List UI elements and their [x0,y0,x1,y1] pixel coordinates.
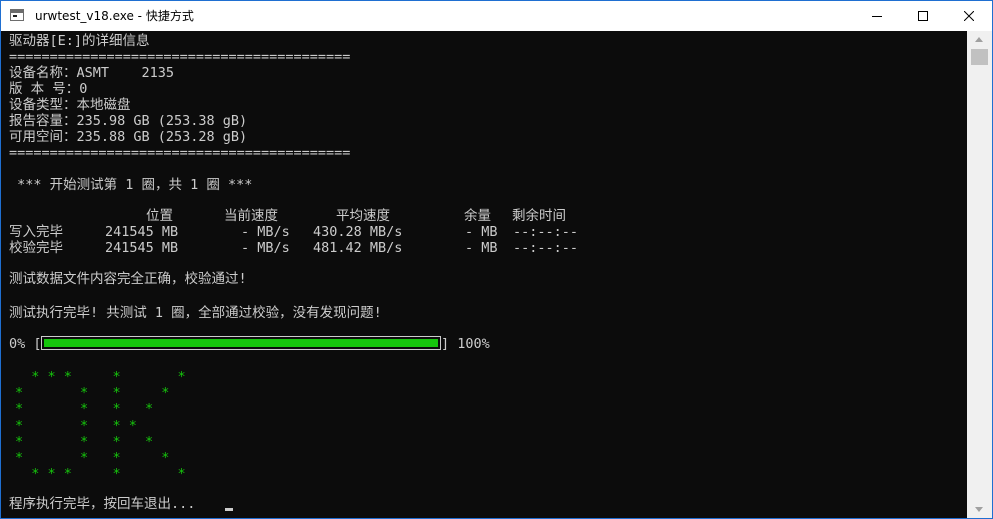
separator-top: ========================================… [9,49,351,65]
verify-message: 测试数据文件内容完全正确，校验通过! [9,271,247,287]
exit-prompt: 程序执行完毕，按回车退出... [9,496,196,512]
ok-ascii-banner: * * * * * * * * * * * * * * * * * * * * … [15,369,186,483]
header-current-speed: 当前速度 [224,208,278,224]
row-verify-position: 241545 MB [105,240,179,256]
header-time-left: 剩余时间 [512,208,566,224]
separator-bottom: ========================================… [9,145,351,161]
row-write-label: 写入完毕 [9,224,63,240]
vertical-scrollbar[interactable] [967,31,992,518]
row-write-current-speed: - MB/s [241,224,290,240]
row-write-remaining: - MB [465,224,498,240]
scroll-up-arrow-icon[interactable] [967,31,992,49]
title-bar[interactable]: urwtest_v18.exe - 快捷方式 [1,1,992,31]
row-verify-label: 校验完毕 [9,240,63,256]
row-verify-remaining: - MB [465,240,498,256]
device-name-line: 设备名称：ASMT 2135 [9,65,175,81]
available-space-line: 可用空间：235.88 GB (253.28 gB) [9,129,248,145]
header-remaining: 余量 [464,208,491,224]
progress-bar [41,336,441,350]
progress-left-label: 0% [ [9,336,42,352]
version-line: 版 本 号：0 [9,81,88,97]
row-write-average-speed: 430.28 MB/s [313,224,403,240]
minimize-icon [872,16,882,17]
close-button[interactable] [946,1,992,31]
reported-capacity-line: 报告容量：235.98 GB (253.38 gB) [9,113,248,129]
close-icon [964,11,974,21]
console-window: urwtest_v18.exe - 快捷方式 驱动器[E:]的详细信息 ====… [0,0,993,519]
row-write-position: 241545 MB [105,224,179,240]
complete-message: 测试执行完毕! 共测试 1 圈，全部通过校验，没有发现问题! [9,305,382,321]
scroll-thumb[interactable] [971,49,988,65]
device-type-line: 设备类型：本地磁盘 [9,97,131,113]
row-verify-current-speed: - MB/s [241,240,290,256]
test-start-line: *** 开始测试第 1 圈，共 1 圈 *** [9,177,253,193]
minimize-button[interactable] [854,1,900,31]
drive-header: 驱动器[E:]的详细信息 [9,33,150,49]
header-average-speed: 平均速度 [336,208,390,224]
console-output[interactable]: 驱动器[E:]的详细信息 ===========================… [1,31,967,518]
row-verify-time-left: --:--:-- [513,240,579,256]
text-cursor [225,508,233,511]
maximize-button[interactable] [900,1,946,31]
console-app-icon[interactable] [10,9,24,21]
scroll-down-arrow-icon[interactable] [967,500,992,518]
progress-right-label: ] 100% [441,336,490,352]
maximize-icon [918,11,928,21]
window-title: urwtest_v18.exe - 快捷方式 [35,9,194,23]
progress-bar-fill [44,339,438,347]
row-write-time-left: --:--:-- [513,224,579,240]
header-position: 位置 [146,208,173,224]
row-verify-average-speed: 481.42 MB/s [313,240,403,256]
